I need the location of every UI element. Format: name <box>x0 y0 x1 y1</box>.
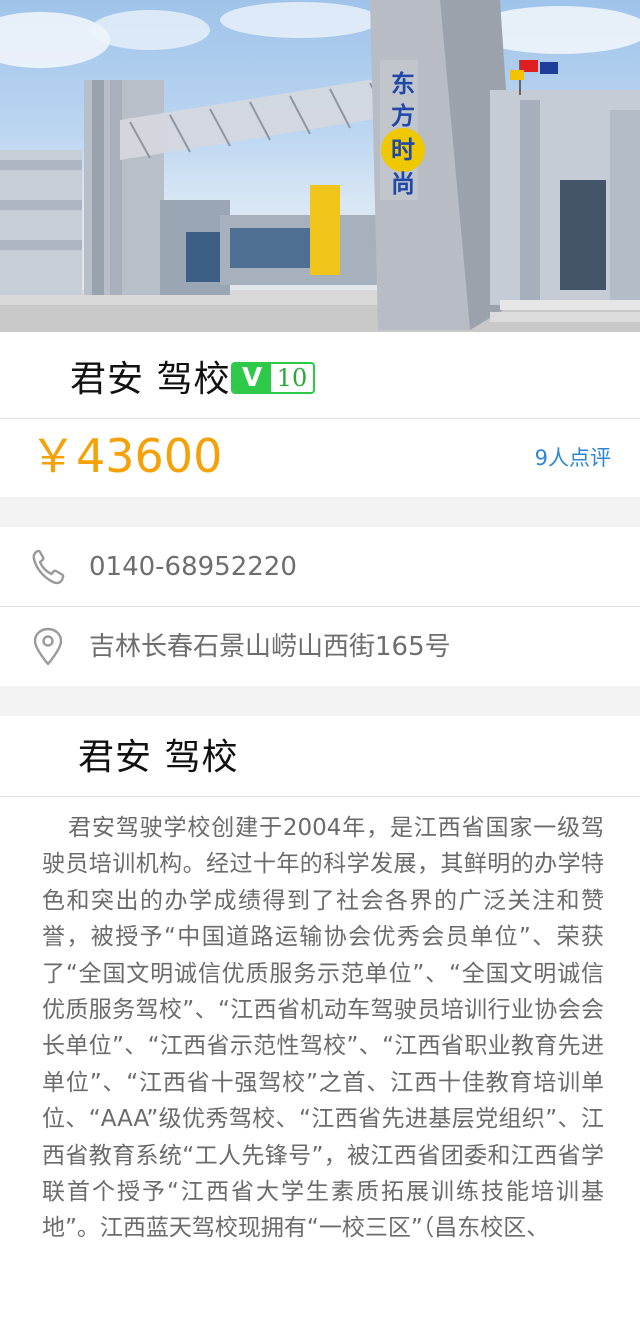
divider <box>0 418 640 419</box>
price: ￥43600 <box>30 429 223 483</box>
svg-text:方: 方 <box>391 102 415 130</box>
intro-body: 君安驾驶学校创建于2004年，是江西省国家一级驾驶员培训机构。经过十年的科学发展… <box>42 815 604 1242</box>
contact-card: 0140-68952220 吉林长春石景山崂山西街165号 <box>0 527 640 686</box>
page: 东 方 时 尚 君安 驾校 V 10 ￥43600 9人点评 0140-6895… <box>0 0 640 1338</box>
svg-text:时: 时 <box>391 136 415 164</box>
vip-level-badge: V 10 <box>231 362 315 394</box>
reviews-link[interactable]: 9人点评 <box>535 444 611 472</box>
map-pin-icon <box>30 627 66 667</box>
svg-text:尚: 尚 <box>391 170 415 198</box>
address-text: 吉林长春石景山崂山西街165号 <box>89 632 451 662</box>
school-summary-card: 君安 驾校 V 10 ￥43600 9人点评 <box>0 332 640 497</box>
intro-title: 君安 驾校 <box>78 737 239 778</box>
svg-text:东: 东 <box>391 70 415 98</box>
phone-row[interactable]: 0140-68952220 <box>0 527 640 606</box>
hero-image: 东 方 时 尚 <box>0 0 640 332</box>
vip-letter: V <box>233 364 271 392</box>
address-row[interactable]: 吉林长春石景山崂山西街165号 <box>0 607 640 686</box>
phone-number: 0140-68952220 <box>89 552 297 582</box>
phone-icon <box>30 547 66 587</box>
divider <box>0 796 640 797</box>
intro-card: 君安 驾校 君安驾驶学校创建于2004年，是江西省国家一级驾驶员培训机构。经过十… <box>0 716 640 1338</box>
vip-level: 10 <box>276 364 308 392</box>
school-name: 君安 驾校 <box>70 359 231 400</box>
